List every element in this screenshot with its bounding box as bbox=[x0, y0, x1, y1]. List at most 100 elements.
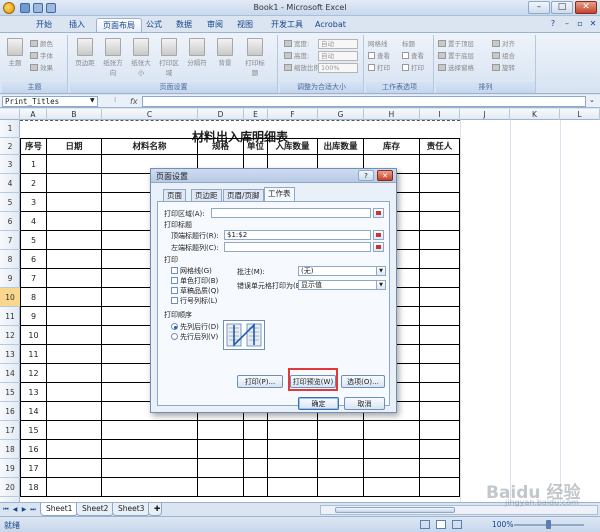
formula-input[interactable] bbox=[142, 96, 586, 107]
table-cell[interactable] bbox=[318, 478, 364, 497]
row-header[interactable]: 12 bbox=[0, 326, 20, 345]
row-header[interactable]: 1 bbox=[0, 120, 20, 138]
serial-number-cell[interactable]: 9 bbox=[20, 307, 47, 326]
table-cell[interactable] bbox=[47, 383, 102, 402]
insert-sheet-icon[interactable]: ✚ bbox=[148, 503, 162, 516]
tab-header-footer[interactable]: 页眉/页脚 bbox=[223, 189, 264, 201]
column-header[interactable]: D bbox=[198, 109, 244, 120]
table-cell[interactable] bbox=[420, 421, 460, 440]
ribbon-restore-icon[interactable]: ▫ bbox=[575, 19, 585, 29]
row-header[interactable]: 2 bbox=[0, 138, 20, 155]
table-cell[interactable] bbox=[102, 478, 198, 497]
insert-function-icon[interactable]: fx bbox=[130, 96, 140, 107]
page-layout-view-icon[interactable] bbox=[436, 520, 446, 529]
row-header[interactable]: 10 bbox=[0, 288, 20, 307]
next-sheet-icon[interactable]: ▶ bbox=[20, 505, 28, 515]
table-cell[interactable] bbox=[420, 307, 460, 326]
table-cell[interactable] bbox=[47, 478, 102, 497]
tab-data[interactable]: 数据 bbox=[170, 18, 198, 32]
gridlines-print-checkbox[interactable]: 打印 bbox=[368, 63, 390, 73]
column-header[interactable]: E bbox=[244, 109, 268, 120]
table-cell[interactable] bbox=[364, 421, 420, 440]
maximize-button[interactable]: □ bbox=[551, 1, 573, 14]
dialog-close-button[interactable]: ✕ bbox=[377, 170, 393, 181]
table-cell[interactable] bbox=[198, 478, 244, 497]
theme-effects-button[interactable]: 效果 bbox=[30, 63, 53, 73]
ok-button[interactable]: 确定 bbox=[298, 397, 339, 410]
table-cell[interactable] bbox=[47, 421, 102, 440]
table-cell[interactable] bbox=[244, 440, 268, 459]
table-cell[interactable] bbox=[47, 250, 102, 269]
row-header[interactable]: 6 bbox=[0, 212, 20, 231]
serial-number-cell[interactable]: 1 bbox=[20, 155, 47, 174]
table-cell[interactable] bbox=[420, 288, 460, 307]
serial-number-cell[interactable]: 15 bbox=[20, 421, 47, 440]
serial-number-cell[interactable]: 11 bbox=[20, 345, 47, 364]
headings-print-checkbox[interactable]: 打印 bbox=[402, 63, 424, 73]
column-header[interactable]: K bbox=[510, 109, 560, 120]
column-header[interactable]: B bbox=[47, 109, 102, 120]
column-title-cell[interactable]: 序号 bbox=[20, 138, 47, 155]
table-cell[interactable] bbox=[318, 421, 364, 440]
table-cell[interactable] bbox=[102, 421, 198, 440]
table-cell[interactable] bbox=[47, 459, 102, 478]
left-columns-input[interactable] bbox=[224, 242, 371, 252]
table-cell[interactable] bbox=[420, 402, 460, 421]
table-cell[interactable] bbox=[47, 193, 102, 212]
column-title-cell[interactable]: 出库数量 bbox=[318, 138, 364, 155]
serial-number-cell[interactable]: 13 bbox=[20, 383, 47, 402]
tab-developer[interactable]: 开发工具 bbox=[265, 18, 309, 32]
table-cell[interactable] bbox=[47, 440, 102, 459]
prev-sheet-icon[interactable]: ◀ bbox=[11, 505, 19, 515]
serial-number-cell[interactable]: 8 bbox=[20, 288, 47, 307]
table-cell[interactable] bbox=[420, 212, 460, 231]
bring-to-front-button[interactable]: 置于顶层 bbox=[438, 39, 474, 49]
table-cell[interactable] bbox=[198, 459, 244, 478]
breaks-button[interactable]: 分隔符 bbox=[186, 38, 208, 67]
serial-number-cell[interactable]: 10 bbox=[20, 326, 47, 345]
table-cell[interactable] bbox=[268, 478, 318, 497]
selection-pane-button[interactable]: 选择窗格 bbox=[438, 63, 474, 73]
serial-number-cell[interactable]: 4 bbox=[20, 212, 47, 231]
row-header[interactable]: 15 bbox=[0, 383, 20, 402]
row-header[interactable]: 16 bbox=[0, 402, 20, 421]
serial-number-cell[interactable]: 2 bbox=[20, 174, 47, 193]
table-cell[interactable] bbox=[420, 478, 460, 497]
row-header[interactable]: 11 bbox=[0, 307, 20, 326]
send-to-back-button[interactable]: 置于底层 bbox=[438, 51, 474, 61]
table-cell[interactable] bbox=[420, 193, 460, 212]
page-break-view-icon[interactable] bbox=[452, 520, 462, 529]
normal-view-icon[interactable] bbox=[420, 520, 430, 529]
zoom-level[interactable]: 100% bbox=[492, 520, 513, 529]
scale-input[interactable]: 100% bbox=[318, 63, 358, 73]
column-header[interactable]: G bbox=[318, 109, 364, 120]
table-cell[interactable] bbox=[198, 421, 244, 440]
cell-errors-select[interactable]: 显示值 ▼ bbox=[298, 280, 386, 290]
draft-quality-checkbox[interactable]: 草稿品质(Q) bbox=[171, 286, 219, 296]
sheet-tab-3[interactable]: Sheet3 bbox=[112, 503, 151, 516]
size-button[interactable]: 纸张大小 bbox=[130, 38, 152, 77]
serial-number-cell[interactable]: 12 bbox=[20, 364, 47, 383]
table-cell[interactable] bbox=[268, 459, 318, 478]
name-box-dropdown-icon[interactable]: ▼ bbox=[90, 97, 95, 104]
background-button[interactable]: 背景 bbox=[214, 38, 236, 67]
minimize-button[interactable]: – bbox=[528, 1, 550, 14]
table-cell[interactable] bbox=[420, 250, 460, 269]
tab-margins[interactable]: 页边距 bbox=[191, 189, 222, 201]
table-cell[interactable] bbox=[268, 440, 318, 459]
serial-number-cell[interactable]: 14 bbox=[20, 402, 47, 421]
column-title-cell[interactable]: 日期 bbox=[47, 138, 102, 155]
tab-page-layout[interactable]: 页面布局 bbox=[96, 18, 142, 32]
row-header[interactable]: 5 bbox=[0, 193, 20, 212]
tab-sheet[interactable]: 工作表 bbox=[264, 187, 295, 202]
table-cell[interactable] bbox=[47, 174, 102, 193]
row-header[interactable]: 8 bbox=[0, 250, 20, 269]
serial-number-cell[interactable]: 17 bbox=[20, 459, 47, 478]
down-then-over-radio[interactable]: 先列后行(D) bbox=[171, 322, 219, 332]
row-header[interactable]: 19 bbox=[0, 459, 20, 478]
table-cell[interactable] bbox=[420, 174, 460, 193]
column-title-cell[interactable]: 入库数量 bbox=[268, 138, 318, 155]
tab-page[interactable]: 页面 bbox=[163, 189, 186, 201]
tab-home[interactable]: 开始 bbox=[30, 18, 58, 32]
serial-number-cell[interactable]: 5 bbox=[20, 231, 47, 250]
